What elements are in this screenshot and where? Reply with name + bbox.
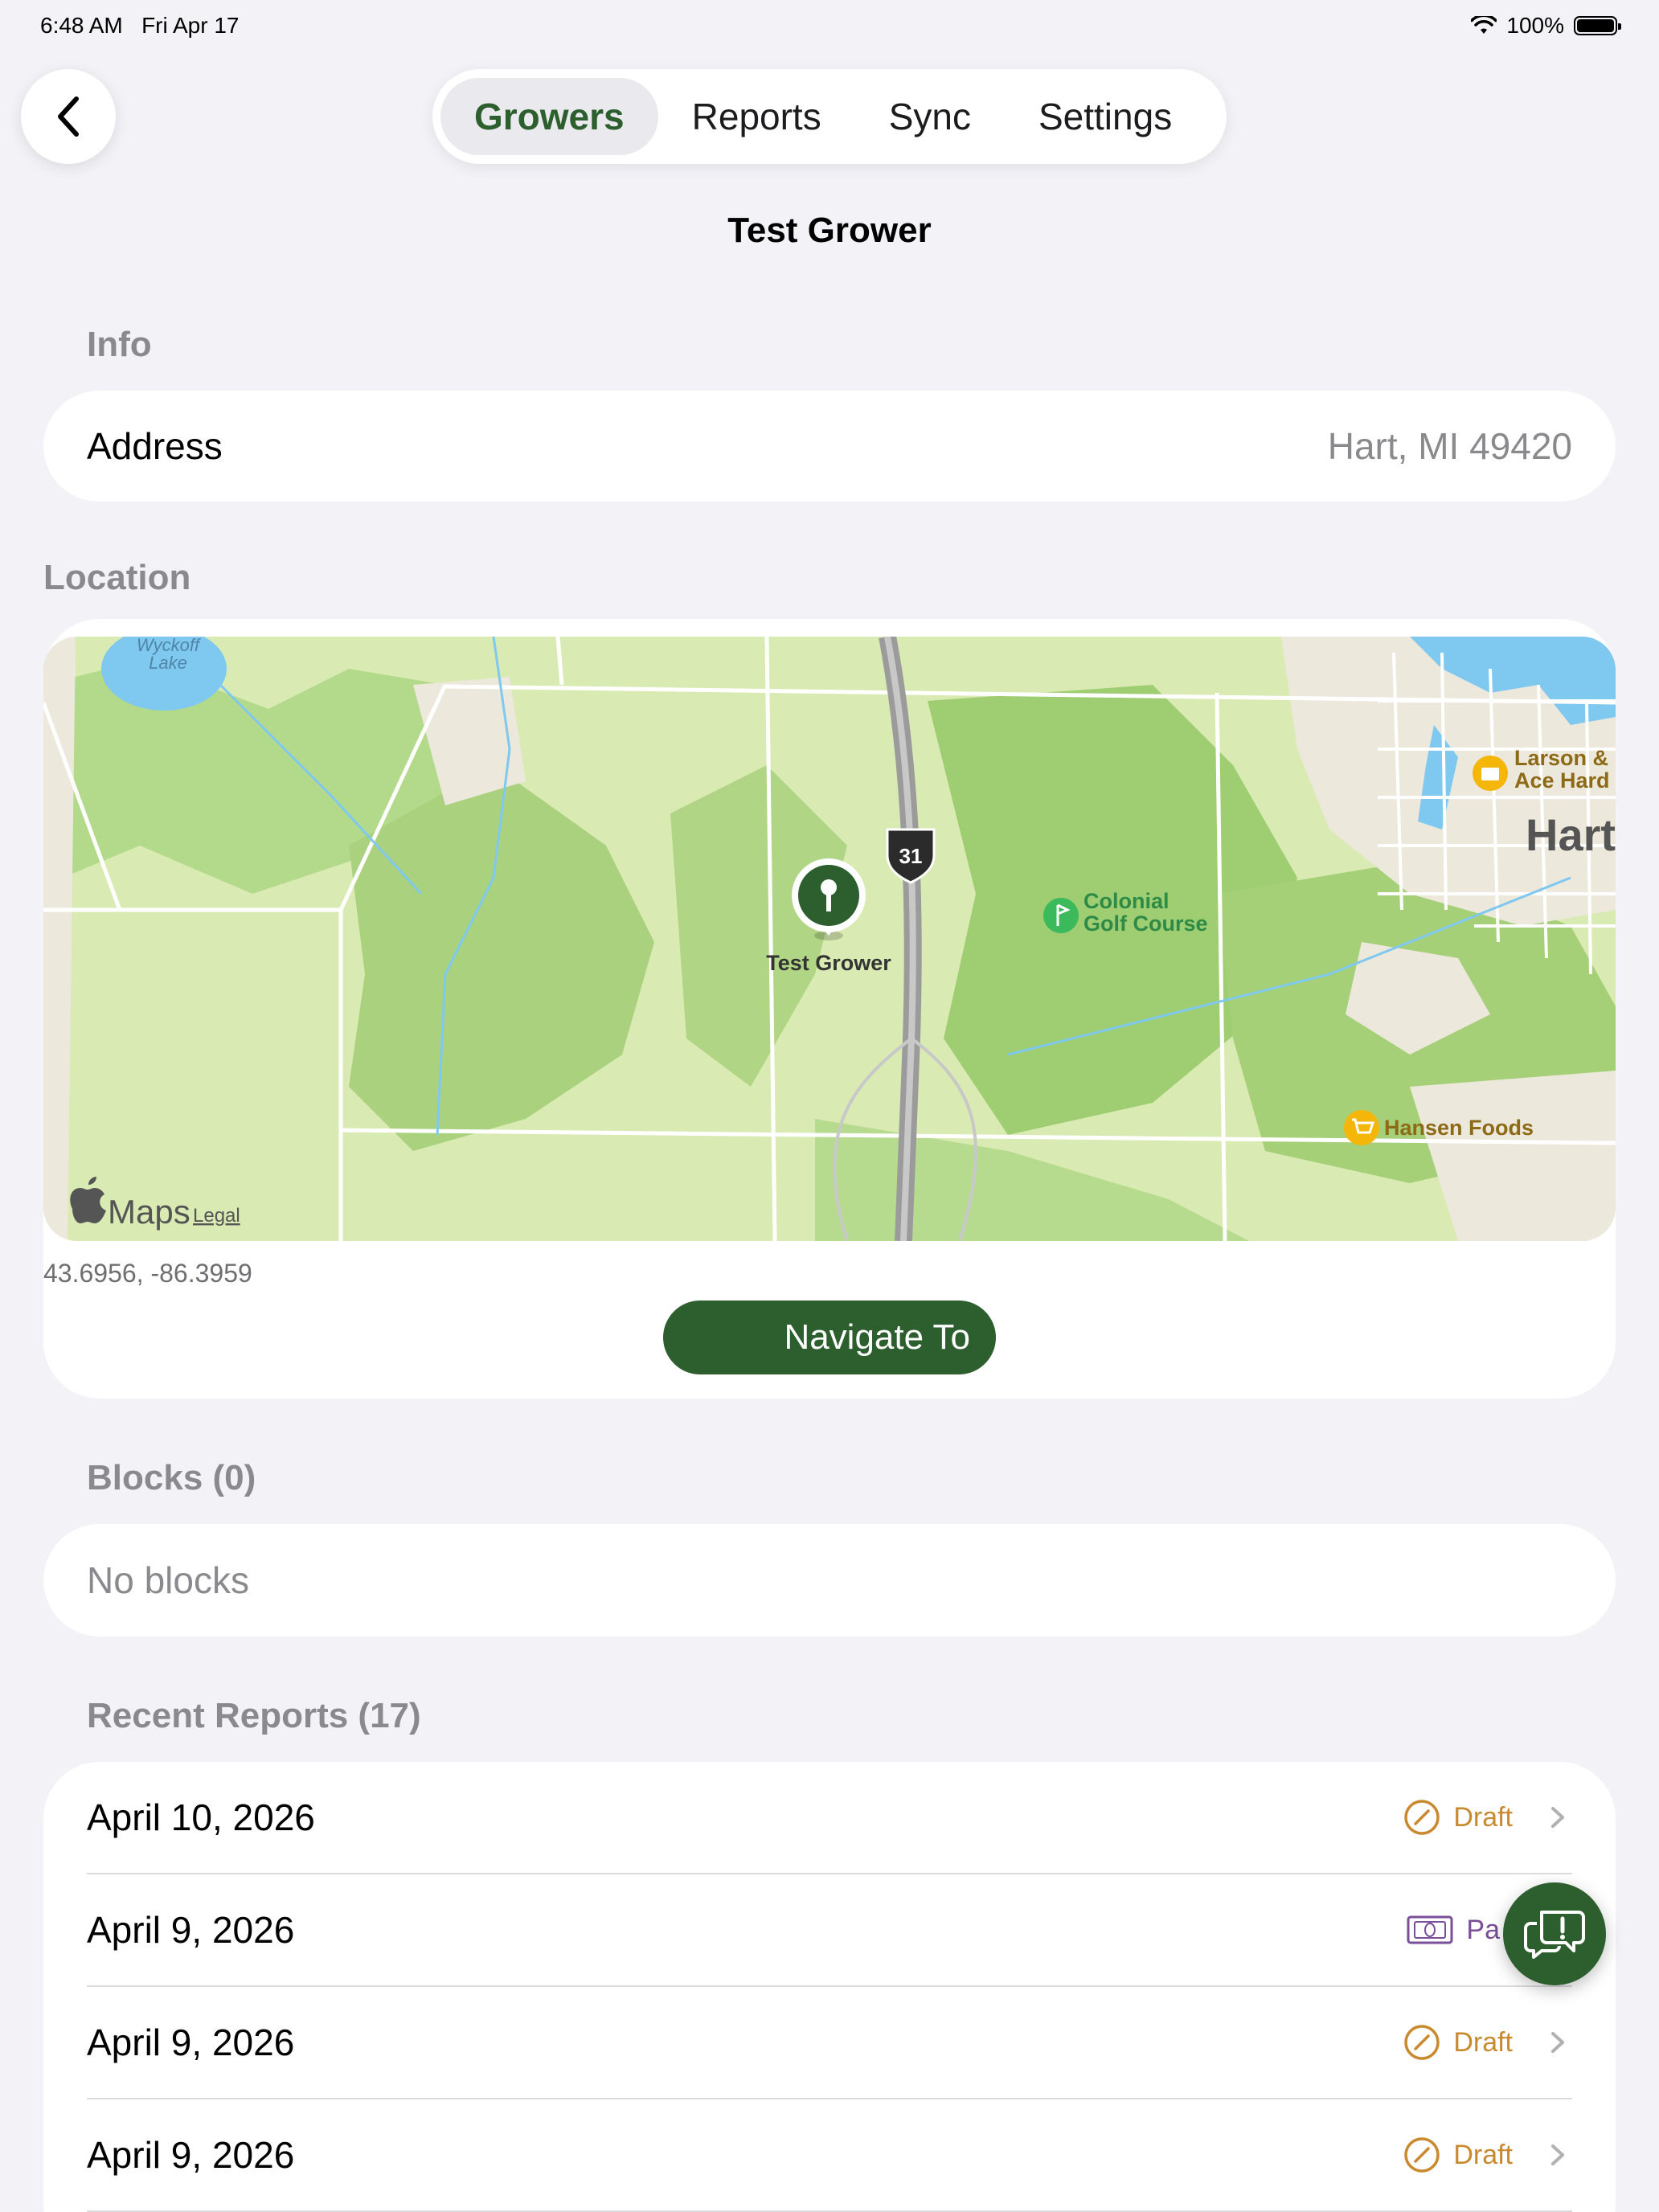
section-label-location: Location [43, 558, 191, 597]
svg-text:Larson &: Larson & [1514, 746, 1608, 770]
recent-reports-list: April 10, 2026 Draft April 9, 2026 Pa Ap… [43, 1762, 1616, 2212]
chevron-right-icon [1551, 2144, 1564, 2165]
chevron-right-icon [1551, 2032, 1564, 2053]
tab-growers[interactable]: Growers [440, 78, 658, 155]
chevron-left-icon [58, 96, 79, 137]
draft-icon [1404, 1800, 1440, 1835]
draft-icon [1404, 2137, 1440, 2173]
back-button[interactable] [21, 69, 116, 164]
legal-link[interactable]: Legal [193, 1205, 240, 1227]
svg-text:Ace Hard: Ace Hard [1514, 768, 1610, 793]
status-right: 100% [1471, 13, 1621, 39]
status-bar: 6:48 AM Fri Apr 17 100% [0, 0, 1659, 51]
report-status: Draft [1403, 2024, 1572, 2061]
map-label-lake-line2: Lake [149, 653, 187, 673]
feedback-chat-icon [1524, 1911, 1585, 1959]
report-status: Draft [1403, 2136, 1572, 2173]
section-label-recent-reports: Recent Reports (17) [87, 1696, 421, 1735]
empty-blocks-text: No blocks [87, 1559, 249, 1601]
report-date: April 10, 2026 [87, 1796, 315, 1838]
report-date: April 9, 2026 [87, 2022, 295, 2063]
tab-settings[interactable]: Settings [1005, 78, 1206, 155]
section-label-info: Info [87, 325, 152, 364]
svg-text:31: 31 [899, 844, 923, 868]
report-status: Pa [1407, 1914, 1500, 1946]
report-row[interactable]: April 9, 2026 Draft [87, 1987, 1572, 2099]
report-row[interactable]: April 9, 2026 Draft [87, 2099, 1572, 2212]
address-label: Address [87, 425, 223, 467]
svg-text:Maps: Maps [108, 1193, 190, 1231]
address-row[interactable]: Address Hart, MI 49420 [43, 391, 1616, 502]
report-status: Draft [1403, 1799, 1572, 1836]
svg-text:Test Grower: Test Grower [766, 951, 891, 975]
svg-text:Hansen Foods: Hansen Foods [1384, 1116, 1534, 1140]
status-time: 6:48 AM Fri Apr 17 [40, 13, 240, 38]
map-label-town: Hart [1526, 809, 1616, 860]
tab-sync[interactable]: Sync [855, 78, 1005, 155]
draft-icon [1404, 2025, 1440, 2060]
section-label-blocks: Blocks (0) [87, 1458, 256, 1497]
coordinates-text: 43.6956, -86.3959 [43, 1259, 252, 1288]
location-card: 31 Wyckoff Lake Colonial Golf Course Lar… [43, 619, 1616, 1399]
report-row[interactable]: April 9, 2026 Pa [87, 1874, 1572, 1987]
report-row[interactable]: April 10, 2026 Draft [87, 1762, 1572, 1874]
battery-icon [1574, 16, 1621, 35]
tab-reports[interactable]: Reports [658, 78, 855, 155]
svg-text:Colonial: Colonial [1083, 889, 1169, 913]
report-date: April 9, 2026 [87, 2134, 295, 2176]
svg-text:Golf Course: Golf Course [1083, 911, 1208, 936]
chevron-right-icon [1551, 1807, 1564, 1828]
navigate-to-button[interactable]: Navigate To [663, 1301, 996, 1374]
map-view[interactable]: 31 Wyckoff Lake Colonial Golf Course Lar… [43, 637, 1616, 1241]
battery-percent: 100% [1506, 13, 1564, 38]
top-nav-segmented: Growers Reports Sync Settings [432, 69, 1227, 164]
address-value: Hart, MI 49420 [1327, 425, 1572, 467]
cash-icon [1407, 1915, 1453, 1944]
navigate-to-label: Navigate To [784, 1317, 970, 1357]
feedback-chat-button[interactable] [1503, 1882, 1606, 1985]
wifi-icon [1471, 16, 1497, 34]
page-title: Test Grower [727, 211, 932, 250]
report-date: April 9, 2026 [87, 1909, 295, 1951]
blocks-card: No blocks [43, 1524, 1616, 1636]
